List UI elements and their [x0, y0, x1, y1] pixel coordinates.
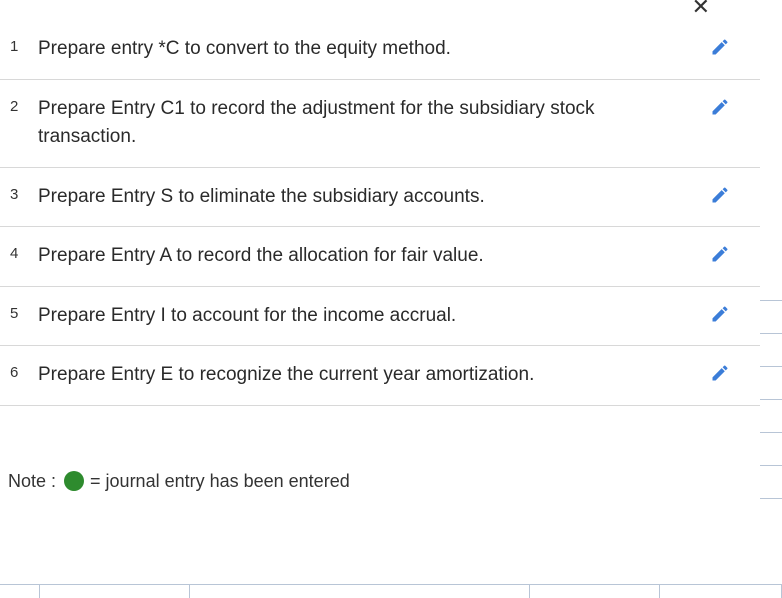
edit-button[interactable]: [690, 242, 750, 269]
note-text: = journal entry has been entered: [90, 471, 350, 492]
edit-button[interactable]: [690, 35, 750, 62]
step-number: 5: [10, 302, 38, 322]
pencil-icon: [710, 97, 730, 122]
edit-button[interactable]: [690, 302, 750, 329]
step-text: Prepare Entry I to account for the incom…: [38, 302, 690, 331]
step-row: 2Prepare Entry C1 to record the adjustme…: [0, 80, 760, 168]
note-bar: Note : = journal entry has been entered: [0, 406, 760, 504]
step-number: 6: [10, 361, 38, 381]
bottom-grid-cells: [0, 584, 782, 598]
pencil-icon: [710, 304, 730, 329]
step-row: 1Prepare entry *C to convert to the equi…: [0, 18, 760, 80]
close-icon[interactable]: ✕: [692, 0, 710, 20]
pencil-icon: [710, 244, 730, 269]
main-container: ✕ 1Prepare entry *C to convert to the eq…: [0, 0, 760, 504]
pencil-icon: [710, 363, 730, 388]
step-row: 3Prepare Entry S to eliminate the subsid…: [0, 168, 760, 228]
step-number: 4: [10, 242, 38, 262]
pencil-icon: [710, 37, 730, 62]
step-number: 2: [10, 95, 38, 115]
pencil-icon: [710, 185, 730, 210]
note-label: Note :: [8, 471, 56, 492]
edit-button[interactable]: [690, 361, 750, 388]
step-row: 5Prepare Entry I to account for the inco…: [0, 287, 760, 347]
step-number: 3: [10, 183, 38, 203]
edit-button[interactable]: [690, 183, 750, 210]
step-number: 1: [10, 35, 38, 55]
step-text: Prepare entry *C to convert to the equit…: [38, 35, 690, 64]
step-text: Prepare Entry C1 to record the adjustmen…: [38, 95, 690, 152]
step-row: 6Prepare Entry E to recognize the curren…: [0, 346, 760, 406]
step-row: 4Prepare Entry A to record the allocatio…: [0, 227, 760, 287]
close-area: ✕: [0, 0, 760, 18]
background-gridlines: [757, 300, 782, 580]
step-text: Prepare Entry A to record the allocation…: [38, 242, 690, 271]
step-text: Prepare Entry E to recognize the current…: [38, 361, 690, 390]
status-dot-icon: [64, 471, 84, 491]
step-text: Prepare Entry S to eliminate the subsidi…: [38, 183, 690, 212]
edit-button[interactable]: [690, 95, 750, 122]
